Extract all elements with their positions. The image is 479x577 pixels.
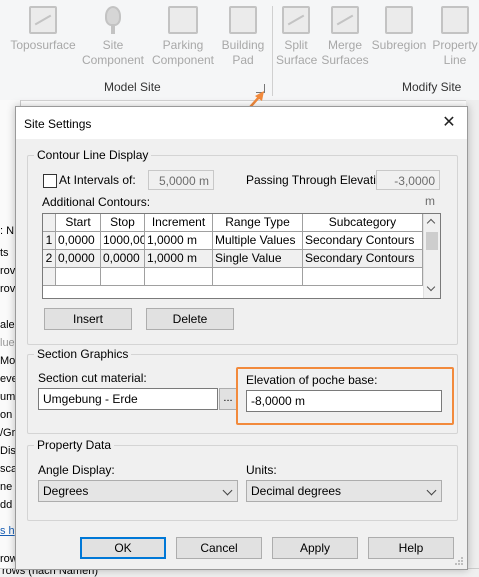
cancel-button[interactable]: Cancel	[176, 537, 262, 559]
units-value: Decimal degrees	[251, 484, 342, 498]
site-component-label-line2: Component	[81, 53, 145, 67]
column-header-stop[interactable]: Stop	[101, 214, 145, 232]
merge-surfaces-button[interactable]: Merge Surfaces	[320, 6, 370, 68]
scroll-down-icon[interactable]	[426, 282, 436, 292]
toposurface-icon	[29, 6, 57, 34]
apply-button[interactable]: Apply	[272, 537, 358, 559]
section-cut-material-field[interactable]: Umgebung - Erde	[38, 388, 218, 410]
section-cut-material-label: Section cut material:	[38, 371, 147, 385]
table-cell-increment[interactable]: 1,0000 m	[145, 250, 213, 268]
table-cell-start[interactable]: 0,0000	[56, 250, 101, 268]
browse-material-button[interactable]: ...	[219, 388, 237, 410]
site-component-label-line1: Site	[102, 38, 124, 52]
row-number[interactable]: 2	[43, 250, 56, 268]
toposurface-button[interactable]: Toposurface	[6, 6, 80, 53]
property-line-button[interactable]: Property Line	[428, 6, 479, 68]
section-graphics-label: Section Graphics	[34, 347, 132, 361]
building-pad-button[interactable]: Building Pad	[216, 6, 270, 68]
site-component-button[interactable]: Site Component	[78, 6, 148, 68]
at-intervals-checkbox[interactable]	[43, 174, 57, 188]
table-cell-range-type[interactable]: Multiple Values	[213, 232, 303, 250]
contour-group-label: Contour Line Display	[34, 148, 152, 162]
subregion-label: Subregion	[371, 38, 427, 52]
resize-grip-icon[interactable]	[454, 556, 464, 566]
delete-button[interactable]: Delete	[146, 308, 234, 330]
scroll-thumb[interactable]	[426, 232, 438, 250]
additional-contours-label: Additional Contours:	[42, 195, 151, 209]
parking-component-label-line2: Component	[151, 53, 215, 67]
angle-display-value: Degrees	[43, 484, 89, 498]
insert-button[interactable]: Insert	[44, 308, 132, 330]
table-cell-empty[interactable]	[56, 268, 101, 286]
model-site-panel-label: Model Site	[104, 80, 161, 94]
highlight-annotation	[236, 367, 454, 425]
at-intervals-label: At Intervals of:	[59, 173, 136, 187]
table-cell-empty[interactable]	[213, 268, 303, 286]
merge-surfaces-icon	[331, 6, 359, 34]
parking-icon	[168, 6, 198, 34]
close-icon[interactable]: ✕	[439, 113, 459, 133]
modify-site-panel-label: Modify Site	[402, 80, 462, 94]
table-cell-subcategory[interactable]: Secondary Contours	[303, 232, 423, 250]
scroll-up-icon[interactable]	[426, 218, 436, 228]
split-surface-label-line1: Split	[284, 38, 308, 52]
units-select[interactable]: Decimal degrees	[246, 480, 442, 502]
table-cell-increment[interactable]: 1,0000 m	[145, 232, 213, 250]
angle-display-label: Angle Display:	[38, 463, 115, 477]
table-cell-subcategory[interactable]: Secondary Contours	[303, 250, 423, 268]
chevron-down-icon	[222, 485, 233, 496]
table-corner	[43, 214, 56, 232]
dialog-title: Site Settings	[24, 117, 92, 131]
split-surface-button[interactable]: Split Surface	[276, 6, 318, 68]
table-scrollbar[interactable]	[423, 214, 440, 298]
chevron-down-icon	[426, 485, 437, 496]
row-number[interactable]	[43, 268, 56, 286]
building-pad-label-line2: Pad	[232, 53, 254, 67]
subregion-button[interactable]: Subregion	[370, 6, 428, 53]
parking-component-button[interactable]: Parking Component	[148, 6, 218, 68]
units-label: Units:	[246, 463, 277, 477]
table-cell-stop[interactable]: 0,0000	[101, 250, 145, 268]
split-surface-label-line2: Surface	[276, 53, 318, 67]
column-header-increment[interactable]: Increment	[145, 214, 213, 232]
split-surface-icon	[282, 6, 310, 34]
toposurface-label: Toposurface	[10, 38, 76, 52]
property-line-label-line2: Line	[443, 53, 467, 67]
site-settings-dialog: Site Settings ✕ Contour Line Display At …	[15, 106, 468, 570]
column-header-subcategory[interactable]: Subcategory	[303, 214, 423, 232]
interval-field: 5,0000 m	[148, 170, 214, 190]
table-cell-stop[interactable]: 1000,00	[101, 232, 145, 250]
help-button[interactable]: Help	[368, 537, 454, 559]
subregion-icon	[385, 6, 413, 34]
property-data-label: Property Data	[34, 438, 115, 452]
building-pad-label-line1: Building	[221, 38, 265, 52]
table-cell-empty[interactable]	[101, 268, 145, 286]
column-header-start[interactable]: Start	[56, 214, 101, 232]
column-header-range-type[interactable]: Range Type	[213, 214, 303, 232]
parking-component-label-line1: Parking	[162, 38, 204, 52]
angle-display-select[interactable]: Degrees	[38, 480, 238, 502]
row-number[interactable]: 1	[43, 232, 56, 250]
property-line-label-line1: Property	[432, 38, 478, 52]
ok-button[interactable]: OK	[80, 537, 166, 559]
merge-surfaces-label-line2: Surfaces	[321, 53, 369, 67]
table-cell-range-type[interactable]: Single Value	[213, 250, 303, 268]
dialog-title-bar[interactable]: Site Settings ✕	[16, 107, 467, 139]
ribbon-separator	[272, 6, 273, 96]
additional-contours-table: Start Stop Increment Range Type Subcateg…	[42, 213, 441, 299]
table-cell-empty[interactable]	[145, 268, 213, 286]
table-cell-start[interactable]: 0,0000	[56, 232, 101, 250]
property-line-icon	[441, 6, 469, 34]
passing-through-label: Passing Through Elevation:	[246, 173, 393, 187]
merge-surfaces-label-line1: Merge	[327, 38, 362, 52]
table-cell-empty[interactable]	[303, 268, 423, 286]
tree-icon	[99, 6, 127, 34]
building-pad-icon	[229, 6, 257, 34]
passing-through-field: -3,0000 m	[376, 170, 440, 208]
